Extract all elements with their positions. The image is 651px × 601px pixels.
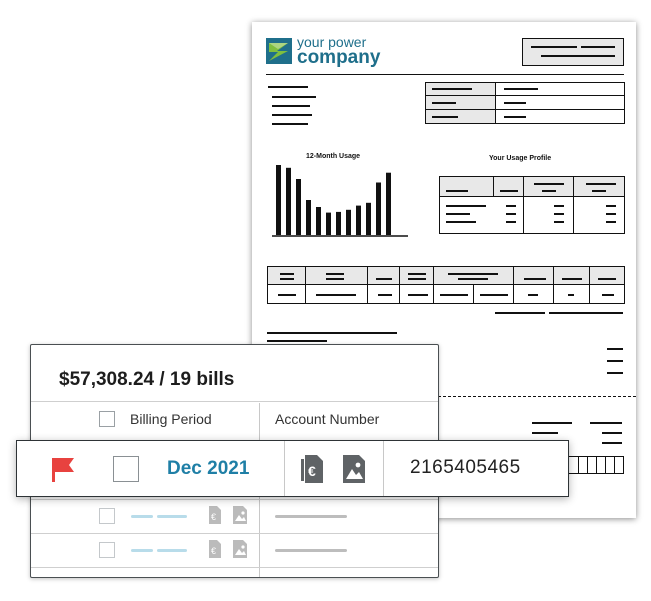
bill-document-icon[interactable]: € — [207, 540, 221, 558]
bills-total: $57,308.24 / 19 bills — [59, 369, 235, 390]
row-checkbox[interactable] — [113, 456, 139, 482]
usage-bar-3 — [296, 179, 301, 235]
flag-icon[interactable] — [51, 456, 75, 482]
account-number[interactable]: 2165405465 — [410, 457, 521, 479]
usage-profile-title: Your Usage Profile — [489, 155, 552, 162]
column-header-billing-period[interactable]: Billing Period — [130, 411, 212, 427]
usage-bar-6 — [326, 212, 331, 235]
bill-document-icon[interactable]: € — [207, 506, 221, 524]
power-company-logo-icon — [266, 38, 292, 64]
bill-image-icon[interactable] — [233, 506, 247, 524]
bill-image-icon[interactable] — [233, 540, 247, 558]
usage-bar-1 — [276, 165, 281, 235]
brand-name: your power company — [297, 34, 381, 68]
amount-boxes — [568, 456, 624, 474]
bill-document-icon[interactable]: € — [301, 455, 323, 483]
charges-detail-table — [267, 266, 625, 304]
usage-bar-5 — [316, 207, 321, 235]
usage-bar-12 — [386, 172, 391, 235]
usage-bar-9 — [356, 205, 361, 235]
brand-line2: company — [297, 47, 381, 68]
remittance-tear-line — [438, 396, 636, 397]
usage-bar-8 — [346, 209, 351, 235]
row-checkbox[interactable] — [99, 508, 115, 524]
svg-text:€: € — [211, 512, 216, 522]
row-checkbox[interactable] — [99, 542, 115, 558]
usage-chart-title: 12-Month Usage — [306, 153, 361, 160]
svg-text:€: € — [211, 546, 216, 556]
usage-bar-10 — [366, 202, 371, 235]
usage-profile-table — [439, 176, 625, 234]
select-all-checkbox[interactable] — [99, 411, 115, 427]
bill-image-icon[interactable] — [343, 455, 365, 483]
usage-bar-7 — [336, 211, 341, 235]
header-rule — [266, 74, 624, 75]
usage-bar-4 — [306, 200, 311, 235]
usage-bar-2 — [286, 167, 291, 235]
usage-bar-chart — [272, 165, 408, 237]
usage-bar-11 — [376, 182, 381, 235]
account-info-table — [425, 82, 625, 124]
svg-text:€: € — [308, 463, 316, 479]
highlighted-bill-row[interactable]: Dec 2021 € 2165405465 — [16, 440, 569, 497]
column-header-account-number[interactable]: Account Number — [275, 411, 379, 427]
account-summary-box — [522, 38, 624, 66]
billing-period[interactable]: Dec 2021 — [167, 458, 249, 480]
